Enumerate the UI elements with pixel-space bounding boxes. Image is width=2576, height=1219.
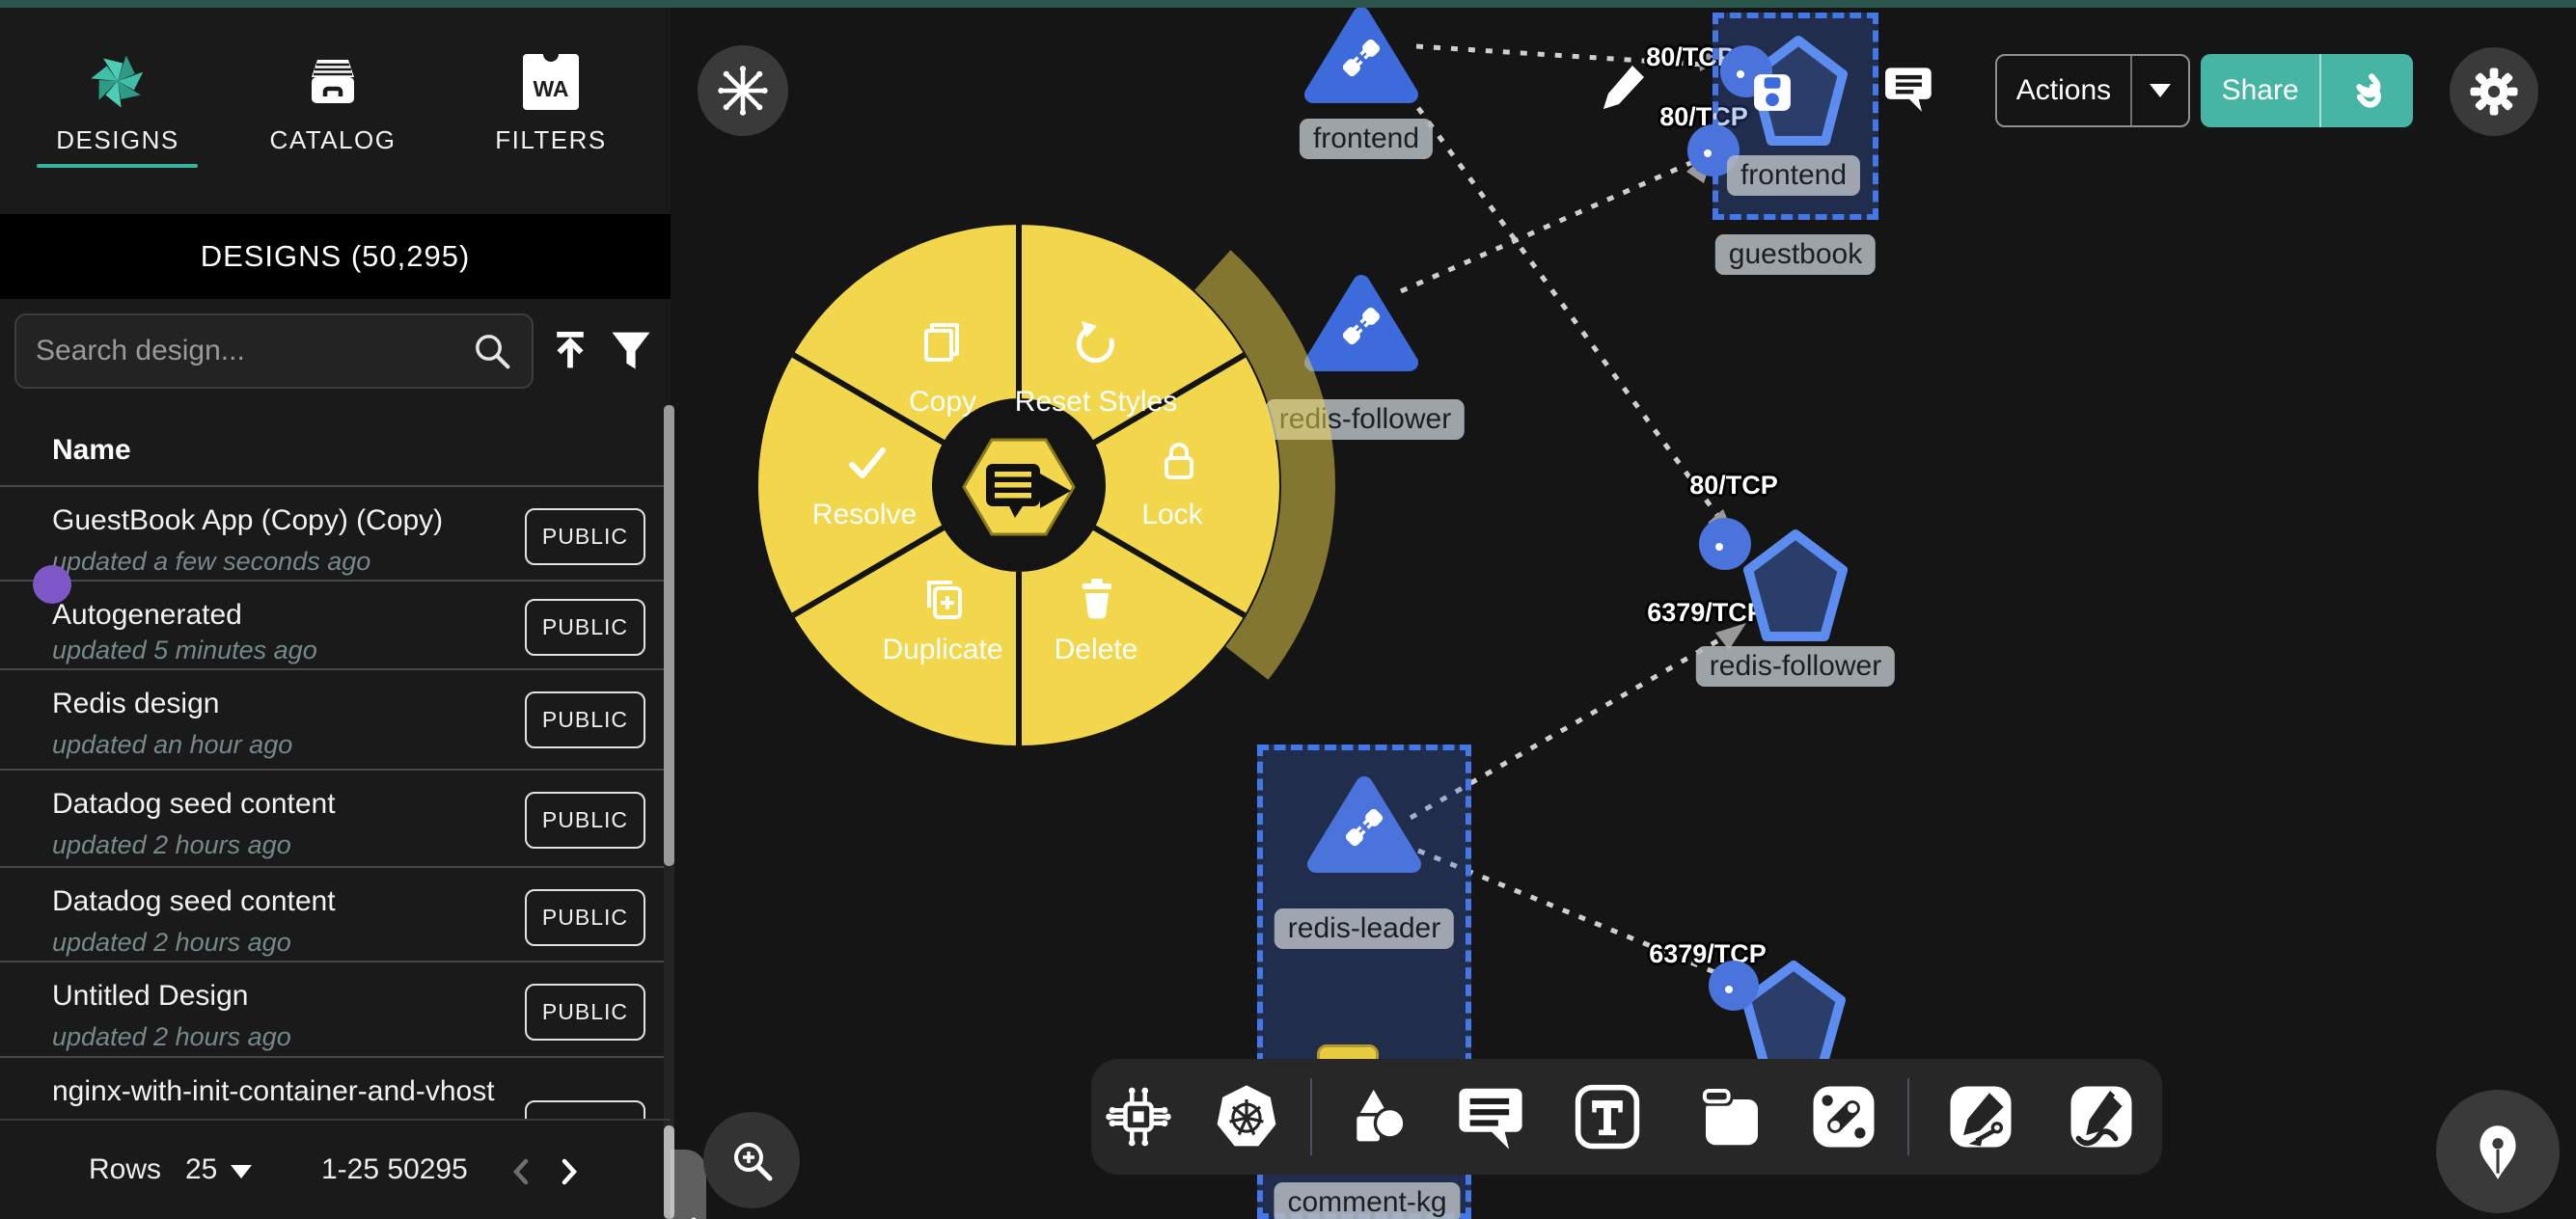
visibility-badge: PUBLIC: [525, 1100, 645, 1119]
tab-catalog[interactable]: CATALOG: [256, 29, 410, 183]
tab-filters[interactable]: WA FILTERS: [474, 29, 628, 183]
meshery-spiral-icon: [41, 29, 195, 110]
share-button[interactable]: Share: [2201, 54, 2413, 127]
delete-icon[interactable]: [1074, 575, 1120, 621]
publish-upload-icon[interactable]: [548, 328, 592, 372]
actions-button[interactable]: Actions: [1995, 54, 2190, 127]
sidebar-collapse-handle[interactable]: [671, 1150, 706, 1219]
visibility-badge: PUBLIC: [525, 889, 645, 946]
node-label: redis-leader: [1274, 908, 1454, 949]
design-list: GuestBook App (Copy) (Copy) updated a fe…: [0, 485, 671, 1119]
designs-sidebar: DESIGNS CATALOG WA FILTERS DESI: [0, 0, 671, 1219]
node-label: frontend: [1727, 155, 1860, 196]
copy-icon[interactable]: [918, 319, 965, 366]
design-row[interactable]: Untitled Design updated 2 hours ago PUBL…: [0, 961, 671, 1056]
volume-icon: [1752, 72, 1793, 113]
design-row[interactable]: Autogenerated updated 5 minutes ago PUBL…: [0, 580, 671, 668]
ink-pen-button[interactable]: [2436, 1090, 2560, 1213]
edge-link-tool-icon[interactable]: [1809, 1082, 1878, 1151]
snowflake-button[interactable]: [698, 45, 788, 136]
design-row[interactable]: GuestBook App (Copy) (Copy) updated a fe…: [0, 485, 671, 580]
radial-item-reset[interactable]: Reset Styles: [980, 386, 1212, 419]
settings-button[interactable]: [2450, 47, 2538, 136]
reset-styles-icon[interactable]: [1072, 319, 1118, 366]
column-header-name: Name: [52, 434, 131, 467]
resolve-icon[interactable]: [844, 440, 891, 486]
toolbar-divider: [1907, 1078, 1909, 1155]
gear-icon: [2467, 65, 2521, 119]
duplicate-icon[interactable]: [920, 576, 967, 622]
comment-tool-icon[interactable]: [1456, 1082, 1525, 1151]
radial-item-delete[interactable]: Delete: [980, 634, 1212, 666]
visibility-badge: PUBLIC: [525, 599, 645, 656]
chevron-left-icon: [674, 1212, 703, 1219]
search-input[interactable]: Search design...: [14, 313, 534, 389]
avatar: [33, 565, 71, 604]
actions-dropdown-caret[interactable]: [2132, 84, 2188, 97]
zoom-in-icon: [726, 1134, 778, 1186]
canvas-toolbar: [1091, 1059, 2162, 1175]
frontend-service-node[interactable]: [1302, 4, 1421, 104]
node-label: comment-kg: [1274, 1182, 1460, 1219]
design-row[interactable]: Datadog seed content updated 2 hours ago…: [0, 866, 671, 961]
frame-tool-icon[interactable]: [1697, 1082, 1767, 1151]
text-tool-icon[interactable]: [1573, 1082, 1642, 1151]
radial-item-lock[interactable]: Lock: [1056, 499, 1288, 531]
design-row[interactable]: nginx-with-init-container-and-vhost PUBL…: [0, 1056, 671, 1119]
list-scrollbar[interactable]: [664, 405, 674, 1219]
copy-link-icon[interactable]: [2321, 68, 2413, 113]
caret-down-icon: [231, 1165, 252, 1178]
port-circle[interactable]: [1699, 518, 1751, 570]
freehand-draw-icon[interactable]: [2067, 1082, 2136, 1151]
pagination-bar: Rows 25 1-25 50295: [0, 1119, 671, 1219]
page-range: 1-25 50295: [321, 1153, 468, 1186]
brand-top-strip: [0, 0, 2576, 8]
design-row[interactable]: Datadog seed content updated 2 hours ago…: [0, 769, 671, 866]
zoom-in-button[interactable]: [703, 1112, 800, 1208]
active-tab-underline: [37, 164, 198, 168]
node-label: guestbook: [1715, 234, 1876, 275]
next-page-icon[interactable]: [552, 1155, 585, 1188]
port-label: 80/TCP: [1689, 471, 1778, 501]
pencil-cursor-icon: [1594, 60, 1650, 116]
page-size-select[interactable]: 25: [185, 1153, 252, 1186]
shapes-icon[interactable]: [1341, 1082, 1411, 1151]
visibility-badge: PUBLIC: [525, 691, 645, 748]
radial-context-menu[interactable]: [681, 148, 1357, 823]
pen-nib-icon: [2466, 1120, 2530, 1183]
rows-label: Rows: [89, 1153, 161, 1186]
visibility-badge: PUBLIC: [525, 792, 645, 849]
snowflake-icon: [715, 63, 771, 119]
tab-label: FILTERS: [474, 125, 628, 155]
visibility-badge: PUBLIC: [525, 984, 645, 1041]
search-icon: [472, 331, 512, 371]
search-placeholder: Search design...: [36, 335, 472, 367]
app-window: 80/TCP 80/TCP 80/TCP 6379/TCP 6379/TCP: [0, 0, 2576, 1219]
toolbar-divider: [1310, 1078, 1312, 1155]
node-label: redis-follower: [1696, 646, 1895, 687]
visibility-badge: PUBLIC: [525, 508, 645, 565]
filter-funnel-icon[interactable]: [609, 328, 653, 372]
annotate-arrow-pen-icon[interactable]: [1946, 1082, 2015, 1151]
comment-icon[interactable]: [1884, 64, 1934, 114]
tab-label: DESIGNS: [41, 125, 195, 155]
tab-label: CATALOG: [256, 125, 410, 155]
radial-item-resolve[interactable]: Resolve: [749, 499, 980, 531]
redis-follower-pod-node[interactable]: [1742, 527, 1849, 642]
lock-icon[interactable]: [1155, 437, 1201, 483]
design-row[interactable]: Redis design updated an hour ago PUBLIC: [0, 668, 671, 769]
panel-title: DESIGNS (50,295): [0, 214, 671, 299]
tab-designs[interactable]: DESIGNS: [41, 29, 195, 183]
prev-page-icon[interactable]: [506, 1155, 538, 1188]
plug-icon: [1338, 35, 1384, 81]
components-chip-icon[interactable]: [1104, 1082, 1173, 1151]
kubernetes-icon[interactable]: [1212, 1082, 1281, 1151]
port-circle[interactable]: [1709, 961, 1759, 1011]
catalog-archive-icon: [256, 29, 410, 110]
wasm-filters-icon: WA: [474, 29, 628, 110]
